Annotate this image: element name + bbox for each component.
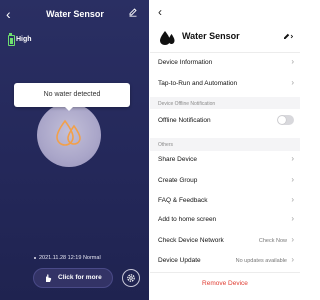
tap-to-run-label: Tap-to-Run and Automation — [158, 80, 238, 87]
offline-notification-label: Offline Notification — [158, 117, 211, 124]
chevron-right-icon: › — [291, 235, 294, 244]
last-status-text: 2021.11.28 12:19 Normal — [39, 255, 101, 261]
last-status-line: 2021.11.28 12:19 Normal — [34, 255, 101, 261]
water-drop-icon — [160, 31, 175, 45]
check-device-network-label: Check Device Network — [158, 237, 224, 244]
click-for-more-button[interactable]: Click for more — [33, 268, 113, 288]
create-group-label: Create Group — [158, 177, 198, 184]
settings-button[interactable] — [122, 269, 140, 287]
share-device-label: Share Device — [158, 156, 198, 163]
pointer-hand-icon — [46, 274, 52, 282]
gear-icon — [127, 274, 135, 282]
battery-icon — [8, 35, 15, 46]
chevron-right-icon: › — [291, 175, 294, 184]
battery-level: High — [16, 36, 32, 43]
water-drop-icon — [56, 119, 81, 146]
chevron-right-icon: › — [291, 57, 294, 66]
toggle-knob — [278, 116, 286, 124]
chevron-right-icon: › — [291, 78, 294, 87]
faq-feedback-label: FAQ & Feedback — [158, 197, 208, 204]
status-bubble: No water detected — [14, 83, 130, 107]
chevron-right-icon: › — [291, 214, 294, 223]
others-section-label: Others — [158, 142, 174, 148]
click-for-more-label: Click for more — [58, 274, 102, 281]
check-now-value: Check Now — [258, 238, 287, 244]
pencil-edit-icon[interactable] — [128, 7, 138, 17]
device-update-label: Device Update — [158, 257, 201, 264]
device-information-label: Device Information — [158, 59, 213, 66]
offline-section-header: Device Offline Notification — [150, 97, 300, 109]
device-settings-screen: ‹ Water Sensor Device Information › Tap-… — [150, 0, 300, 300]
offline-notification-toggle[interactable] — [277, 115, 294, 125]
remove-device-button[interactable]: Remove Device — [150, 280, 300, 287]
back-chevron-icon[interactable]: ‹ — [158, 6, 162, 18]
row-separator — [150, 272, 300, 273]
update-status-value: No updates available — [235, 258, 287, 264]
device-name: Water Sensor — [182, 31, 240, 41]
row-separator — [150, 52, 300, 53]
add-to-home-screen-label: Add to home screen — [158, 216, 217, 223]
chevron-right-icon: › — [291, 195, 294, 204]
pencil-edit-icon[interactable] — [283, 32, 293, 40]
chevron-right-icon: › — [291, 154, 294, 163]
chevron-right-icon: › — [291, 255, 294, 264]
status-header: ‹ Water Sensor — [0, 0, 150, 30]
others-section-header: Others — [150, 138, 300, 151]
sensor-status-screen: ‹ Water Sensor High No water detected 20… — [0, 0, 150, 300]
water-status-message: No water detected — [43, 91, 101, 98]
status-dot — [34, 256, 36, 259]
offline-section-label: Device Offline Notification — [158, 101, 216, 107]
bubble-tail — [64, 106, 74, 111]
